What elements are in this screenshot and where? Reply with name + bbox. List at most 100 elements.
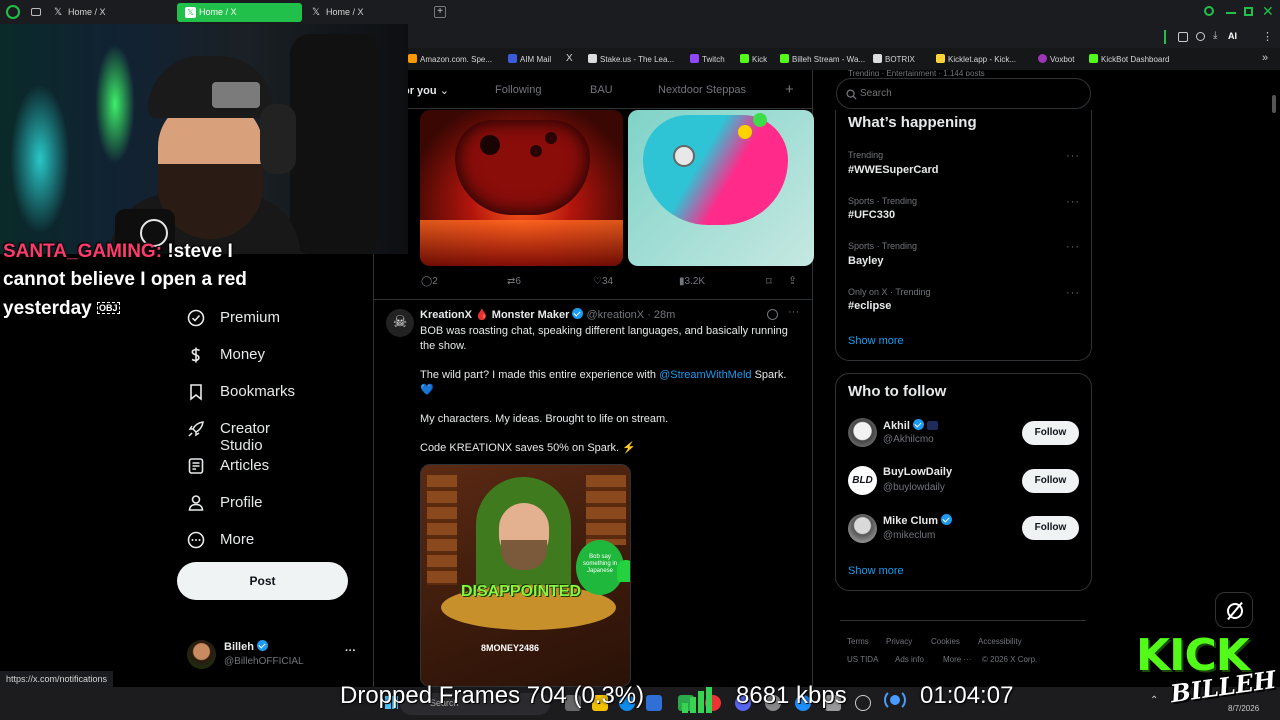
footer-more[interactable]: More ···	[943, 655, 971, 664]
tweet-media-image[interactable]: DISAPPOINTED Bob say something in Japane…	[420, 464, 631, 687]
bookmark-twitch[interactable]: Twitch	[690, 54, 725, 64]
bookmarks-overflow-icon[interactable]: »	[1262, 52, 1268, 64]
download-icon[interactable]: ⤓	[1213, 30, 1217, 41]
close-window-button[interactable]: ✕	[1262, 3, 1274, 20]
twitch-bookmark-icon	[690, 54, 699, 63]
share-icon[interactable]: ⇪	[788, 274, 797, 287]
show-more-trends[interactable]: Show more	[848, 335, 904, 347]
tab-following[interactable]: Following	[495, 84, 541, 96]
account-switcher[interactable]: Billeh @BillehOFFICIAL ···	[180, 636, 366, 674]
article-icon	[188, 458, 204, 474]
show-more-follow[interactable]: Show more	[848, 565, 904, 577]
broadcast-icon	[881, 687, 909, 713]
footer-terms[interactable]: Terms	[847, 637, 869, 646]
bookmark-icon[interactable]: ⌑	[766, 275, 772, 288]
obj-glyph: OBJ	[97, 302, 120, 314]
bookmark-x[interactable]: X	[566, 53, 573, 64]
author-avatar[interactable]: ☠	[386, 309, 414, 337]
trend-more-icon[interactable]: ···	[1066, 196, 1080, 208]
stake-bookmark-icon	[588, 54, 597, 63]
avatar[interactable]	[848, 418, 877, 447]
account-more-icon[interactable]: ···	[345, 645, 356, 657]
follow-button[interactable]: Follow	[1022, 516, 1079, 540]
tab-for-you[interactable]: or you ⌄	[403, 84, 449, 97]
trend-meta: Sports · Trending	[848, 241, 918, 251]
avatar[interactable]	[848, 514, 877, 543]
tweet-image-red-controller[interactable]	[420, 110, 623, 266]
follow-button[interactable]: Follow	[1022, 469, 1079, 493]
avatar[interactable]: BLD	[848, 466, 877, 495]
bookmark-aim-mail[interactable]: AIM Mail	[508, 54, 551, 64]
minimize-button[interactable]	[1226, 12, 1236, 14]
menu-icon[interactable]: ⋮	[1262, 30, 1273, 43]
workspace-icon[interactable]	[31, 8, 41, 16]
aim-bookmark-icon	[508, 54, 517, 63]
chat-username: SANTA_GAMING:	[3, 241, 163, 262]
footer-ads-info[interactable]: Ads info	[895, 655, 924, 664]
trend-name[interactable]: #WWESuperCard	[848, 164, 938, 176]
bookmark-kick[interactable]: Kick	[740, 54, 767, 64]
taskbar-app-icon[interactable]	[646, 695, 662, 711]
browser-tab-3[interactable]: 𝕏 Home / X	[304, 3, 426, 22]
bookmark-stake[interactable]: Stake.us - The Lea...	[588, 54, 674, 64]
repost-button[interactable]: ⇄ 6	[507, 276, 521, 287]
tab-label: Home / X	[68, 7, 106, 17]
views-button[interactable]: ▮ 3.2K	[679, 276, 705, 287]
trend-name[interactable]: Bayley	[848, 255, 883, 267]
tweet-more-icon[interactable]: ···	[788, 306, 799, 318]
opera-logo-icon[interactable]	[6, 5, 20, 19]
tab-bau[interactable]: BAU	[590, 84, 613, 96]
new-tab-button[interactable]: +	[434, 6, 446, 18]
controller-shape	[643, 115, 788, 225]
search-box[interactable]	[836, 78, 1091, 109]
reply-button[interactable]: ◯ 2	[421, 276, 438, 287]
follow-name[interactable]: BuyLowDaily	[883, 466, 952, 478]
trend-more-icon[interactable]: ···	[1066, 241, 1080, 253]
add-tab-button[interactable]: +	[785, 81, 794, 98]
bookmark-amazon[interactable]: Amazon.com. Spe...	[408, 54, 492, 64]
bookmark-billeh-stream[interactable]: Billeh Stream - Wa...	[780, 54, 865, 64]
tab-nextdoor-steppas[interactable]: Nextdoor Steppas	[658, 84, 746, 96]
taskbar-app-icon[interactable]	[855, 695, 871, 711]
ai-icon[interactable]: AI	[1228, 31, 1237, 41]
bookmark-kicklet[interactable]: Kicklet.app - Kick...	[936, 54, 1016, 64]
trend-more-icon[interactable]: ···	[1066, 150, 1080, 162]
mention-link[interactable]: @StreamWithMeld	[659, 369, 751, 381]
tweet-time[interactable]: · 28m	[647, 309, 675, 321]
search-input[interactable]	[860, 86, 1070, 101]
tweet-image-neon-controller[interactable]	[628, 110, 814, 266]
page-scrollbar[interactable]	[1272, 95, 1276, 113]
bookmark-botrix[interactable]: BOTRIX	[873, 54, 915, 64]
follow-name[interactable]: Mike Clum	[883, 514, 953, 527]
browser-tab-1[interactable]: 𝕏 Home / X	[46, 3, 168, 22]
bookmark-voxbot[interactable]: Voxbot	[1038, 54, 1074, 64]
footer-cookies[interactable]: Cookies	[931, 637, 960, 646]
account-icon[interactable]	[1196, 32, 1205, 41]
image-caption: DISAPPOINTED	[461, 583, 582, 600]
footer-accessibility[interactable]: Accessibility	[978, 637, 1022, 646]
x-tab-icon: 𝕏	[312, 7, 321, 18]
follow-name[interactable]: Akhil	[883, 419, 938, 432]
tab-divider	[373, 108, 813, 109]
footer-us-tida[interactable]: US TIDA	[847, 655, 878, 664]
tray-chevron-icon[interactable]: ⌃	[1150, 695, 1158, 706]
toolbar-green-marker	[1164, 30, 1166, 44]
bookshelf-left	[427, 475, 457, 585]
author-name[interactable]: KreationX	[420, 309, 472, 321]
footer-copyright: © 2026 X Corp.	[982, 655, 1038, 664]
maximize-button[interactable]	[1244, 7, 1253, 16]
browser-tab-2[interactable]: 𝕏 Home / X	[177, 3, 302, 22]
follow-button[interactable]: Follow	[1022, 421, 1079, 445]
trend-name[interactable]: #UFC330	[848, 209, 895, 221]
bookmark-kickbot[interactable]: KickBot Dashboard	[1089, 54, 1169, 64]
extensions-icon[interactable]	[1178, 32, 1188, 42]
footer-privacy[interactable]: Privacy	[886, 637, 912, 646]
search-tabs-icon[interactable]	[1204, 6, 1214, 16]
post-button[interactable]: Post	[177, 562, 348, 600]
trend-name[interactable]: #eclipse	[848, 300, 891, 312]
grok-floating-button[interactable]	[1215, 592, 1253, 628]
trend-more-icon[interactable]: ···	[1066, 287, 1080, 299]
grok-icon[interactable]	[767, 309, 778, 320]
like-button[interactable]: ♡ 34	[593, 276, 613, 287]
author-handle[interactable]: @kreationX	[587, 309, 645, 321]
